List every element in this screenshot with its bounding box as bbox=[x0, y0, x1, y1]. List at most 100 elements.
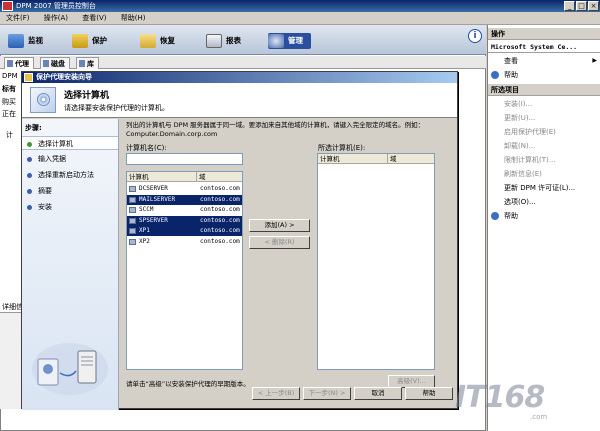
cancel-button[interactable]: 取消 bbox=[354, 387, 402, 400]
step-install: 安装 bbox=[22, 200, 118, 214]
window-titlebar: DPM 2007 管理员控制台 _ □ × bbox=[0, 0, 600, 12]
action-refresh[interactable]: 刷新信息(E) bbox=[488, 168, 600, 180]
next-button[interactable]: 下一步(N) > bbox=[303, 387, 351, 400]
watermark-logo: IT168 bbox=[455, 380, 545, 415]
wizard-steps-panel: 步骤: 选择计算机 输入凭据 选择重新启动方法 摘要 安装 bbox=[22, 119, 119, 410]
menu-file[interactable]: 文件(F) bbox=[0, 12, 36, 25]
action-options[interactable]: 选项(O)... bbox=[488, 196, 600, 208]
computer-name-input[interactable] bbox=[126, 153, 243, 165]
nav-reporting[interactable]: 报表 bbox=[206, 33, 241, 49]
action-view[interactable]: 查看 ▶ bbox=[488, 55, 600, 67]
menubar: 文件(F) 操作(A) 查看(V) 帮助(H) bbox=[0, 12, 600, 25]
computer-row[interactable]: MAILSERVER contoso.com bbox=[127, 194, 242, 205]
computer-row[interactable]: SCCM contoso.com bbox=[127, 205, 242, 215]
back-button[interactable]: < 上一步(B) bbox=[252, 387, 300, 400]
step-restart-method: 选择重新启动方法 bbox=[22, 168, 118, 182]
management-gear-icon bbox=[268, 34, 284, 48]
action-help-2-label: 帮助 bbox=[504, 212, 518, 220]
step-label: 输入凭据 bbox=[38, 155, 66, 163]
action-help[interactable]: 帮助 bbox=[488, 69, 600, 81]
protection-icon bbox=[72, 34, 88, 48]
computer-domain: contoso.com bbox=[200, 227, 240, 234]
action-help-2[interactable]: 帮助 bbox=[488, 210, 600, 222]
action-update-license[interactable]: 更新 DPM 许可证(L)... bbox=[488, 182, 600, 194]
computer-row[interactable]: SPSERVER contoso.com bbox=[127, 215, 242, 226]
available-computers-list[interactable]: 计算机 域 DCSERVER contoso.com MAILSERVER conto… bbox=[126, 171, 243, 370]
step-bullet-icon bbox=[27, 189, 32, 194]
bg-details-label: 详细信 bbox=[2, 303, 23, 311]
tab-agents-label: 代理 bbox=[15, 60, 29, 68]
menu-view[interactable]: 查看(V) bbox=[76, 12, 112, 25]
remove-button[interactable]: < 删除(R) bbox=[249, 236, 310, 249]
agent-install-wizard: 保护代理安装向导 选择计算机 请选择要安装保护代理的计算机。 步骤: 选择计算机… bbox=[21, 71, 458, 410]
column-header-computer[interactable]: 计算机 bbox=[318, 154, 388, 164]
nav-protection[interactable]: 保护 bbox=[72, 33, 107, 49]
navigation-bar: 监视 保护 恢复 报表 管理 bbox=[0, 25, 486, 55]
column-header-domain[interactable]: 域 bbox=[388, 154, 434, 164]
tab-libraries-label: 库 bbox=[87, 60, 94, 68]
computer-icon bbox=[129, 228, 136, 234]
computer-name: SPSERVER bbox=[139, 216, 168, 224]
step-bullet-icon bbox=[27, 157, 32, 162]
computer-domain: contoso.com bbox=[200, 195, 240, 203]
step-label: 选择计算机 bbox=[38, 140, 73, 148]
wizard-content: 列出的计算机与 DPM 服务器属于同一域。要添加来自其他域的计算机，请键入完全限… bbox=[120, 119, 457, 410]
computer-row[interactable]: XP1 contoso.com bbox=[127, 226, 242, 236]
computer-row[interactable]: DCSERVER contoso.com bbox=[127, 184, 242, 194]
nav-recovery[interactable]: 恢复 bbox=[140, 33, 175, 49]
wizard-title: 保护代理安装向导 bbox=[36, 73, 92, 81]
step-summary: 摘要 bbox=[22, 184, 118, 198]
subtabs: 代理 磁盘 库 bbox=[0, 56, 486, 69]
step-label: 安装 bbox=[38, 203, 52, 211]
action-update[interactable]: 更新(U)... bbox=[488, 112, 600, 124]
menu-action[interactable]: 操作(A) bbox=[38, 12, 74, 25]
reporting-icon bbox=[206, 34, 222, 48]
help-button[interactable]: 帮助 bbox=[405, 387, 453, 400]
steps-title: 步骤: bbox=[25, 124, 42, 132]
tab-libraries[interactable]: 库 bbox=[76, 57, 99, 69]
action-help-label: 帮助 bbox=[504, 71, 518, 79]
disks-icon bbox=[43, 60, 49, 67]
computer-icon bbox=[129, 196, 136, 203]
add-button[interactable]: 添加(A) > bbox=[249, 219, 310, 232]
column-header-domain[interactable]: 域 bbox=[197, 172, 242, 182]
action-install[interactable]: 安装(I)... bbox=[488, 98, 600, 110]
computer-domain: contoso.com bbox=[200, 206, 240, 213]
help-icon bbox=[491, 212, 499, 220]
bg-text: 标有 bbox=[2, 85, 16, 93]
maximize-button[interactable]: □ bbox=[576, 1, 587, 11]
install-disc-icon bbox=[30, 87, 56, 113]
minimize-button[interactable]: _ bbox=[564, 1, 575, 11]
nav-protection-label: 保护 bbox=[92, 36, 107, 45]
watermark-logo-suffix: .com bbox=[530, 413, 548, 421]
computer-name: SCCM bbox=[139, 206, 154, 213]
selected-computers-list[interactable]: 计算机 域 bbox=[317, 153, 435, 370]
tab-disks[interactable]: 磁盘 bbox=[40, 57, 70, 69]
computer-name: DCSERVER bbox=[139, 185, 168, 192]
nav-monitoring[interactable]: 监视 bbox=[8, 33, 43, 49]
app-icon bbox=[2, 1, 13, 11]
computer-icon bbox=[129, 217, 136, 224]
computer-icon bbox=[129, 186, 136, 192]
computer-row[interactable]: XP2 contoso.com bbox=[127, 237, 242, 247]
actions-pane: 操作 Microsoft System Ce... 查看 ▶ 帮助 所选项目 安… bbox=[487, 25, 600, 431]
agents-icon bbox=[7, 60, 13, 67]
recovery-icon bbox=[140, 34, 156, 48]
column-header-computer[interactable]: 计算机 bbox=[127, 172, 197, 182]
close-button[interactable]: × bbox=[588, 1, 599, 11]
bg-text: 正在 bbox=[2, 110, 16, 118]
wizard-subheading: 请选择要安装保护代理的计算机。 bbox=[64, 104, 169, 112]
bg-text: 购买 bbox=[2, 98, 16, 106]
nav-management[interactable]: 管理 bbox=[268, 33, 311, 49]
menu-help[interactable]: 帮助(H) bbox=[115, 12, 152, 25]
action-enable-agent[interactable]: 启用保护代理(E) bbox=[488, 126, 600, 138]
monitoring-icon bbox=[8, 34, 24, 48]
info-icon[interactable]: i bbox=[468, 29, 482, 43]
computer-name: XP2 bbox=[139, 237, 150, 245]
action-throttle[interactable]: 限制计算机(T)... bbox=[488, 154, 600, 166]
advanced-hint-text: 请单击“高级”以安装保护代理的早期版本。 bbox=[126, 380, 250, 388]
tab-agents[interactable]: 代理 bbox=[4, 57, 34, 69]
step-label: 选择重新启动方法 bbox=[38, 171, 94, 179]
computer-domain: contoso.com bbox=[200, 185, 240, 192]
action-uninstall[interactable]: 卸载(N)... bbox=[488, 140, 600, 152]
